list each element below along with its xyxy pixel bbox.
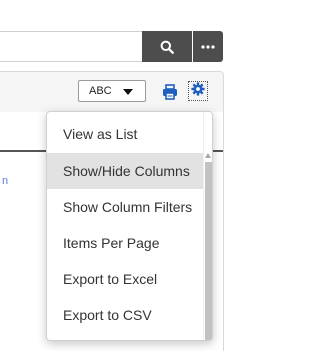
scrollbar-thumb[interactable] (205, 162, 212, 340)
grid-options-menu: View as List Show/Hide Columns Show Colu… (46, 111, 213, 341)
page: ABC n View as List Show/Hide Columns Sho… (0, 0, 246, 351)
menu-item-label: Show/Hide Columns (63, 163, 190, 179)
settings-gear-button[interactable] (188, 81, 208, 101)
menu-item-show-column-filters[interactable]: Show Column Filters (47, 189, 210, 225)
gear-icon (191, 81, 205, 101)
menu-item-items-per-page[interactable]: Items Per Page (47, 225, 210, 261)
menu-scrollbar[interactable] (203, 112, 212, 340)
search-button[interactable] (142, 31, 192, 62)
menu-item-label: Show Column Filters (63, 199, 193, 215)
menu-item-export-to-excel[interactable]: Export to Excel (47, 261, 210, 297)
search-icon (160, 40, 174, 54)
print-icon[interactable] (162, 84, 178, 100)
menu-item-view-as-list[interactable]: View as List (47, 116, 210, 152)
view-select-value: ABC (89, 85, 112, 97)
menu-item-export-to-csv[interactable]: Export to CSV (47, 297, 210, 333)
menu-item-show-hide-columns[interactable]: Show/Hide Columns (47, 153, 210, 189)
view-select[interactable]: ABC (78, 80, 146, 102)
menu-item-label: Items Per Page (63, 235, 160, 251)
more-options-button[interactable] (193, 31, 223, 62)
menu-item-label: View as List (63, 126, 138, 142)
grid-toolbar: ABC (0, 72, 223, 113)
ellipsis-icon (201, 44, 215, 49)
search-input[interactable] (0, 31, 142, 62)
caret-down-icon (123, 89, 133, 95)
menu-item-label: Export to CSV (63, 307, 152, 323)
menu-item-label: Export to Excel (63, 271, 158, 287)
scroll-up-arrow-icon[interactable] (205, 153, 211, 158)
row-link[interactable]: n (2, 175, 8, 187)
